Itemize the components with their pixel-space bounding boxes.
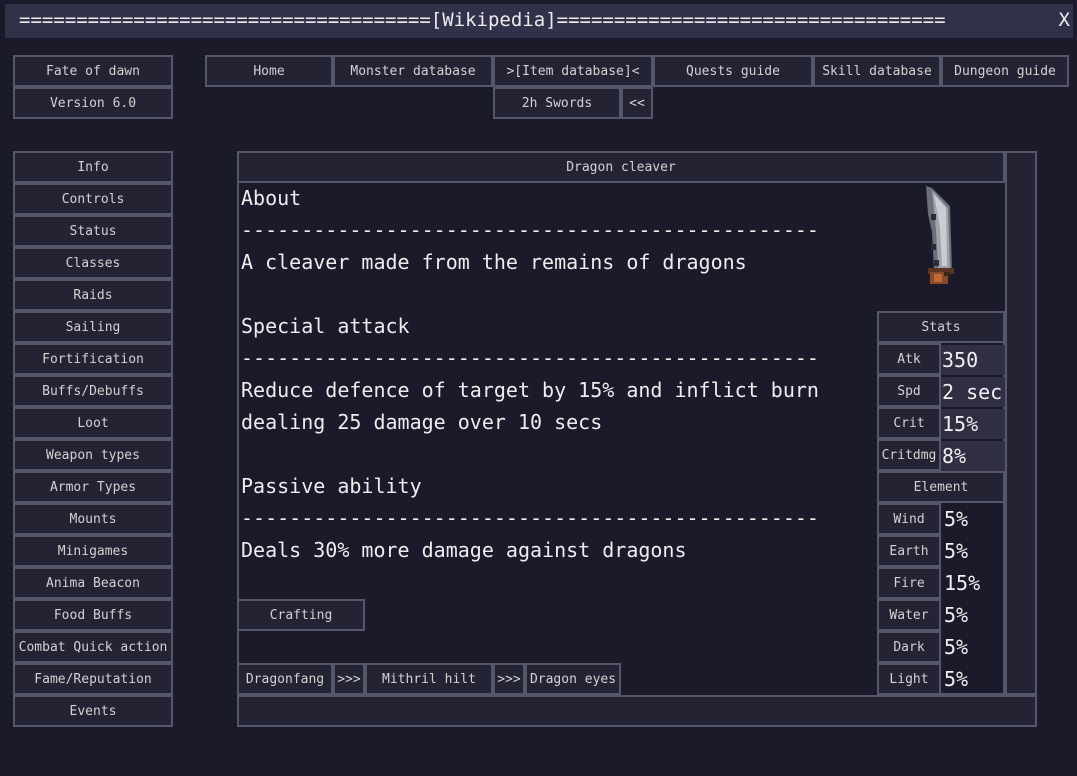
recipe-arrow: >>> [493, 663, 525, 695]
element-value-wind: 5% [944, 507, 969, 531]
element-value-light: 5% [944, 667, 969, 691]
sidebar-item-status[interactable]: Status [13, 215, 173, 247]
bottom-bar [237, 695, 1037, 727]
game-version: Version 6.0 [13, 87, 173, 119]
recipe-ingredient-mithril-hilt[interactable]: Mithril hilt [365, 663, 493, 695]
special-attack-heading: Special attack [241, 314, 410, 338]
sidebar-item-controls[interactable]: Controls [13, 183, 173, 215]
close-icon[interactable]: X [1059, 9, 1070, 31]
stat-value-critdmg: 8% [941, 441, 1005, 471]
title-bar: ====================================[Wik… [5, 4, 1073, 38]
element-label-water: Water [877, 599, 941, 631]
stat-value-spd: 2 sec [941, 377, 1005, 407]
tab-monster-database[interactable]: Monster database [333, 55, 493, 87]
special-attack-text-1: Reduce defence of target by 15% and infl… [241, 378, 819, 402]
element-label-fire: Fire [877, 567, 941, 599]
element-value-water: 5% [944, 603, 969, 627]
tab-quests-guide[interactable]: Quests guide [653, 55, 813, 87]
sidebar-item-fortification[interactable]: Fortification [13, 343, 173, 375]
recipe-arrow: >>> [333, 663, 365, 695]
stat-label-spd: Spd [877, 375, 941, 407]
tab-skill-database[interactable]: Skill database [813, 55, 941, 87]
sidebar-item-mounts[interactable]: Mounts [13, 503, 173, 535]
sidebar-item-weapon-types[interactable]: Weapon types [13, 439, 173, 471]
element-label-wind: Wind [877, 503, 941, 535]
sidebar-item-combat-quick-action[interactable]: Combat Quick action [13, 631, 173, 663]
element-header: Element [877, 471, 1005, 503]
sidebar-item-fame-reputation[interactable]: Fame/Reputation [13, 663, 173, 695]
recipe-result-dragon-eyes[interactable]: Dragon eyes [525, 663, 621, 695]
sidebar-item-food-buffs[interactable]: Food Buffs [13, 599, 173, 631]
stat-label-atk: Atk [877, 343, 941, 375]
tab-home[interactable]: Home [205, 55, 333, 87]
game-name: Fate of dawn [13, 55, 173, 87]
sidebar-item-raids[interactable]: Raids [13, 279, 173, 311]
sidebar-item-buffs-debuffs[interactable]: Buffs/Debuffs [13, 375, 173, 407]
crafting-button[interactable]: Crafting [237, 599, 365, 631]
stat-label-critdmg: Critdmg [877, 439, 941, 471]
element-value-fire: 15% [944, 571, 981, 595]
element-label-dark: Dark [877, 631, 941, 663]
stat-label-crit: Crit [877, 407, 941, 439]
recipe-ingredient-dragonfang[interactable]: Dragonfang [237, 663, 333, 695]
sidebar-item-info[interactable]: Info [13, 151, 173, 183]
passive-ability-divider: ----------------------------------------… [241, 506, 819, 530]
sidebar-item-minigames[interactable]: Minigames [13, 535, 173, 567]
about-text: A cleaver made from the remains of drago… [241, 250, 747, 274]
stats-header: Stats [877, 311, 1005, 343]
stat-value-crit: 15% [941, 409, 1005, 439]
about-heading: About [241, 186, 302, 210]
element-label-earth: Earth [877, 535, 941, 567]
item-title: Dragon cleaver [237, 151, 1005, 183]
about-divider: ----------------------------------------… [241, 218, 819, 242]
element-label-light: Light [877, 663, 941, 695]
sidebar-item-loot[interactable]: Loot [13, 407, 173, 439]
sidebar-item-anima-beacon[interactable]: Anima Beacon [13, 567, 173, 599]
sidebar-item-armor-types[interactable]: Armor Types [13, 471, 173, 503]
sidebar-item-sailing[interactable]: Sailing [13, 311, 173, 343]
special-attack-divider: ----------------------------------------… [241, 346, 819, 370]
tab-dungeon-guide[interactable]: Dungeon guide [941, 55, 1069, 87]
sidebar-item-events[interactable]: Events [13, 695, 173, 727]
dragon-cleaver-sword-icon [926, 186, 954, 284]
sidebar-item-classes[interactable]: Classes [13, 247, 173, 279]
special-attack-text-2: dealing 25 damage over 10 secs [241, 410, 603, 434]
element-value-earth: 5% [944, 539, 969, 563]
passive-ability-text: Deals 30% more damage against dragons [241, 538, 687, 562]
window-title: ====================================[Wik… [19, 9, 946, 31]
tab-2h-swords[interactable]: 2h Swords [493, 87, 621, 119]
scrollbar[interactable] [1005, 151, 1037, 695]
element-value-dark: 5% [944, 635, 969, 659]
back-button[interactable]: << [621, 87, 653, 119]
passive-ability-heading: Passive ability [241, 474, 422, 498]
tab-item-database[interactable]: >[Item database]< [493, 55, 653, 87]
stat-value-atk: 350 [941, 345, 1005, 375]
